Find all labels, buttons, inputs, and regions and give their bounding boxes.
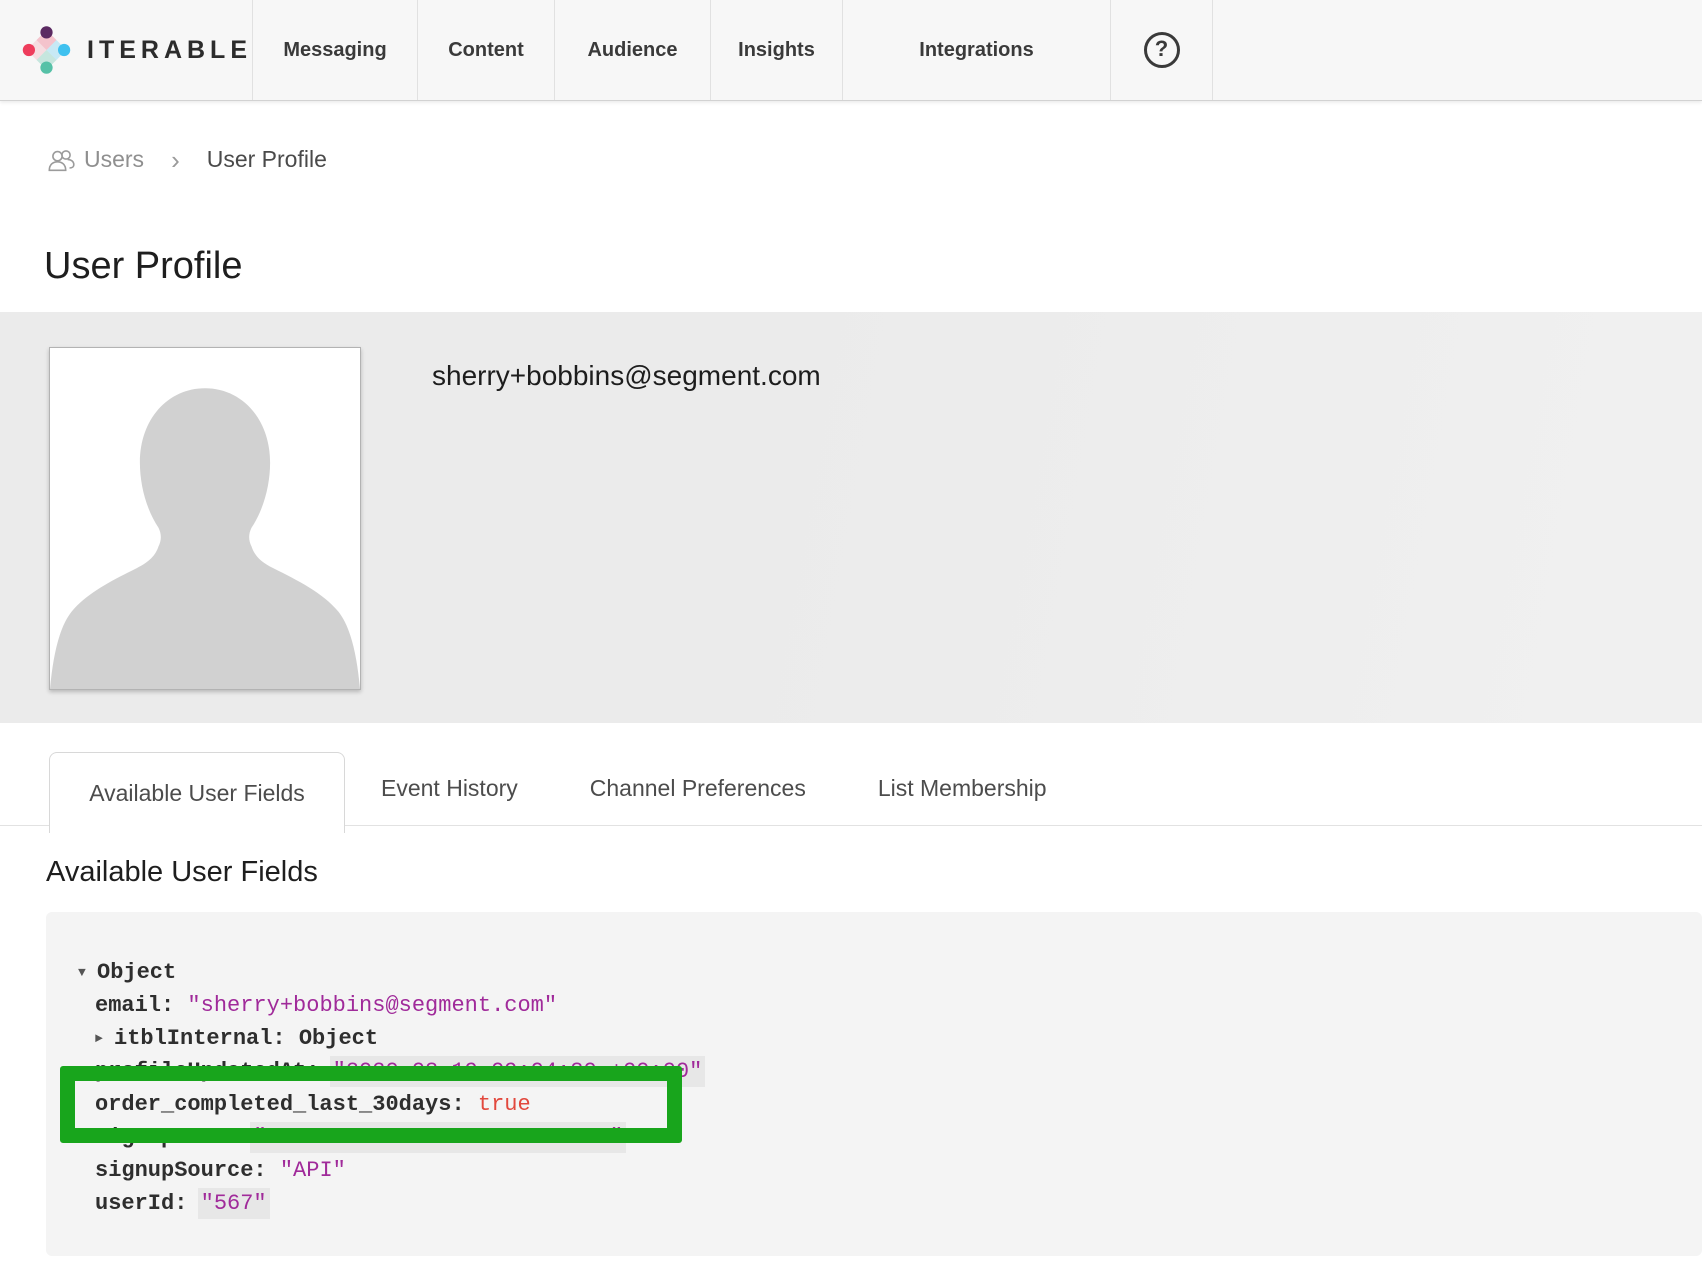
brand-name: ITERABLE [87,36,252,65]
json-key: email: [95,993,187,1018]
json-value: "567" [201,1191,267,1216]
json-value: "API" [280,1158,346,1183]
json-line-signupdate: signupDate: "2020-03-19 03:59:17 +00:00" [95,1121,1670,1154]
json-line-profileupdatedat: profileUpdatedAt: "2020-03-19 09:04:30 +… [95,1055,1670,1088]
breadcrumb: Users › User Profile [48,146,327,173]
help-button[interactable]: ? [1110,0,1213,100]
json-value: "sherry+bobbins@segment.com" [187,993,557,1018]
profile-summary: sherry+bobbins@segment.com [0,312,1702,723]
tab-available-user-fields[interactable]: Available User Fields [49,752,345,833]
user-fields-json-viewer: ▼Objectemail: "sherry+bobbins@segment.co… [46,912,1702,1256]
profile-email: sherry+bobbins@segment.com [432,360,821,392]
expand-toggle-icon[interactable]: ► [95,1022,114,1055]
json-value: "2020-03-19 03:59:17 +00:00" [253,1125,623,1150]
breadcrumb-current: User Profile [207,146,327,173]
json-value: "2020-03-19 09:04:30 +00:00" [333,1059,703,1084]
nav-item-integrations[interactable]: Integrations [842,0,1110,100]
nav-item-audience[interactable]: Audience [554,0,710,100]
json-root-label: Object [97,960,176,985]
tab-bar: Available User FieldsEvent HistoryChanne… [0,752,1702,833]
json-line-email: email: "sherry+bobbins@segment.com" [95,989,1670,1022]
top-nav: ITERABLE MessagingContentAudienceInsight… [0,0,1702,101]
avatar-silhouette-icon [50,348,360,689]
json-key: order_completed_last_30days: [95,1092,478,1117]
nav-items: MessagingContentAudienceInsightsIntegrat… [252,0,1110,100]
tab-list-membership[interactable]: List Membership [842,752,1083,825]
tab-channel-preferences[interactable]: Channel Preferences [554,752,842,825]
iterable-logo-icon [22,18,71,82]
help-icon: ? [1144,32,1180,68]
breadcrumb-users-link[interactable]: Users [84,146,144,173]
json-value: Object [299,1026,378,1051]
json-key: itblInternal: [114,1026,299,1051]
section-heading: Available User Fields [46,856,318,889]
tab-event-history[interactable]: Event History [345,752,554,825]
nav-item-messaging[interactable]: Messaging [252,0,417,100]
users-icon [48,148,75,172]
brand-home-link[interactable]: ITERABLE [0,0,252,100]
json-key: signupSource: [95,1158,280,1183]
chevron-right-icon: › [171,147,180,173]
json-line-itblinternal: ►itblInternal: Object [95,1022,1670,1055]
json-line-root: ▼Object [78,956,1670,989]
json-key: userId: [95,1191,201,1216]
json-line-order-completed-last-30days: order_completed_last_30days: true [95,1088,1670,1121]
nav-item-insights[interactable]: Insights [710,0,842,100]
json-key: profileUpdatedAt: [95,1059,333,1084]
collapse-toggle-icon[interactable]: ▼ [78,956,97,989]
json-tree: ▼Objectemail: "sherry+bobbins@segment.co… [78,956,1670,1220]
app-root: ITERABLE MessagingContentAudienceInsight… [0,0,1702,1276]
json-key: signupDate: [95,1125,253,1150]
avatar [49,347,361,690]
json-value: true [478,1092,531,1117]
nav-item-content[interactable]: Content [417,0,554,100]
tab-list: Available User FieldsEvent HistoryChanne… [49,752,1083,833]
json-line-signupsource: signupSource: "API" [95,1154,1670,1187]
json-line-userid: userId: "567" [95,1187,1670,1220]
page-title: User Profile [44,245,243,288]
